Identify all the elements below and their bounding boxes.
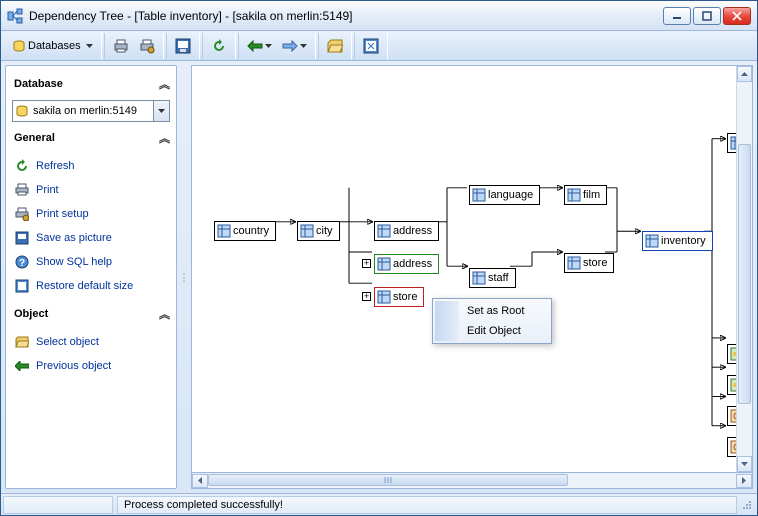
titlebar: Dependency Tree - [Table inventory] - [s…: [1, 1, 757, 31]
scroll-thumb[interactable]: [208, 474, 568, 486]
diagram: country city address address + store + l…: [192, 66, 752, 472]
select-object-button[interactable]: [323, 35, 347, 57]
expand-toggle[interactable]: +: [362, 292, 371, 301]
svg-text:?: ?: [19, 258, 25, 269]
table-icon: [298, 222, 316, 240]
scroll-thumb[interactable]: [738, 144, 751, 404]
print-setup-icon: [14, 206, 30, 222]
restore-size-link[interactable]: Restore default size: [12, 276, 170, 296]
window-title: Dependency Tree - [Table inventory] - [s…: [29, 9, 663, 23]
node-store-2[interactable]: store: [374, 287, 424, 307]
minimize-button[interactable]: [663, 7, 691, 25]
print-setup-button[interactable]: [135, 35, 159, 57]
table-icon: [375, 222, 393, 240]
save-picture-link[interactable]: Save as picture: [12, 228, 170, 248]
table-icon: [375, 288, 393, 306]
collapse-icon: ︽: [159, 76, 168, 92]
resize-grip-icon[interactable]: [739, 497, 755, 513]
app-icon: [7, 8, 23, 24]
database-selector[interactable]: sakila on merlin:5149: [12, 100, 170, 122]
refresh-link[interactable]: Refresh: [12, 156, 170, 176]
close-button[interactable]: [723, 7, 751, 25]
database-icon: [13, 105, 31, 117]
window-buttons: [663, 7, 751, 25]
table-icon: [375, 255, 393, 273]
database-selected-label: sakila on merlin:5149: [31, 105, 153, 117]
table-icon: [470, 186, 488, 204]
section-general[interactable]: General ︽: [12, 126, 170, 150]
sidebar: Database ︽ sakila on merlin:5149 General…: [5, 65, 177, 489]
scroll-down-button[interactable]: [737, 456, 752, 472]
node-store[interactable]: store: [564, 253, 614, 273]
scroll-right-button[interactable]: [736, 474, 752, 488]
canvas-wrap: country city address address + store + l…: [191, 65, 753, 489]
previous-object-button[interactable]: [243, 35, 276, 57]
table-icon: [470, 269, 488, 287]
section-database[interactable]: Database ︽: [12, 72, 170, 96]
scroll-up-button[interactable]: [737, 66, 752, 82]
node-staff[interactable]: staff: [469, 268, 516, 288]
diagram-canvas[interactable]: country city address address + store + l…: [191, 65, 753, 473]
status-message: Process completed successfully!: [117, 496, 737, 514]
databases-dropdown[interactable]: Databases: [9, 35, 97, 57]
dropdown-icon[interactable]: [153, 101, 169, 121]
object-links: Select object Previous object: [12, 330, 170, 378]
context-menu: Set as Root Edit Object: [432, 298, 552, 344]
restore-size-button[interactable]: [359, 35, 383, 57]
general-links: Refresh Print Print setup Save as pictur…: [12, 154, 170, 298]
vertical-scrollbar[interactable]: [736, 66, 752, 472]
save-picture-button[interactable]: [171, 35, 195, 57]
menu-edit-object[interactable]: Edit Object: [435, 321, 549, 341]
app-window: Dependency Tree - [Table inventory] - [s…: [0, 0, 758, 516]
node-film[interactable]: film: [564, 185, 607, 205]
table-icon: [565, 186, 583, 204]
previous-object-link[interactable]: Previous object: [12, 356, 170, 376]
print-button[interactable]: [109, 35, 133, 57]
print-icon: [14, 182, 30, 198]
statusbar: Process completed successfully!: [1, 493, 757, 515]
collapse-icon: ︽: [159, 130, 168, 146]
menu-set-as-root[interactable]: Set as Root: [435, 301, 549, 321]
status-cell-left: [3, 496, 113, 514]
node-language[interactable]: language: [469, 185, 540, 205]
folder-icon: [14, 334, 30, 350]
node-city[interactable]: city: [297, 221, 340, 241]
arrow-left-icon: [14, 358, 30, 374]
print-link[interactable]: Print: [12, 180, 170, 200]
body: Database ︽ sakila on merlin:5149 General…: [1, 61, 757, 493]
select-object-link[interactable]: Select object: [12, 332, 170, 352]
splitter[interactable]: ⋮: [181, 65, 187, 489]
print-setup-link[interactable]: Print setup: [12, 204, 170, 224]
sql-help-link[interactable]: ? Show SQL help: [12, 252, 170, 272]
refresh-button[interactable]: [207, 35, 231, 57]
toolbar: Databases: [1, 31, 757, 61]
maximize-button[interactable]: [693, 7, 721, 25]
table-icon: [215, 222, 233, 240]
section-object[interactable]: Object ︽: [12, 302, 170, 326]
restore-icon: [14, 278, 30, 294]
node-inventory[interactable]: inventory: [642, 231, 713, 251]
horizontal-scrollbar[interactable]: [191, 473, 753, 489]
table-icon: [643, 232, 661, 250]
node-address-2[interactable]: address: [374, 254, 439, 274]
expand-toggle[interactable]: +: [362, 259, 371, 268]
save-icon: [14, 230, 30, 246]
table-icon: [565, 254, 583, 272]
refresh-icon: [14, 158, 30, 174]
collapse-icon: ︽: [159, 306, 168, 322]
node-address[interactable]: address: [374, 221, 439, 241]
help-icon: ?: [14, 254, 30, 270]
scroll-left-button[interactable]: [192, 474, 208, 488]
next-object-button[interactable]: [278, 35, 311, 57]
node-country[interactable]: country: [214, 221, 276, 241]
